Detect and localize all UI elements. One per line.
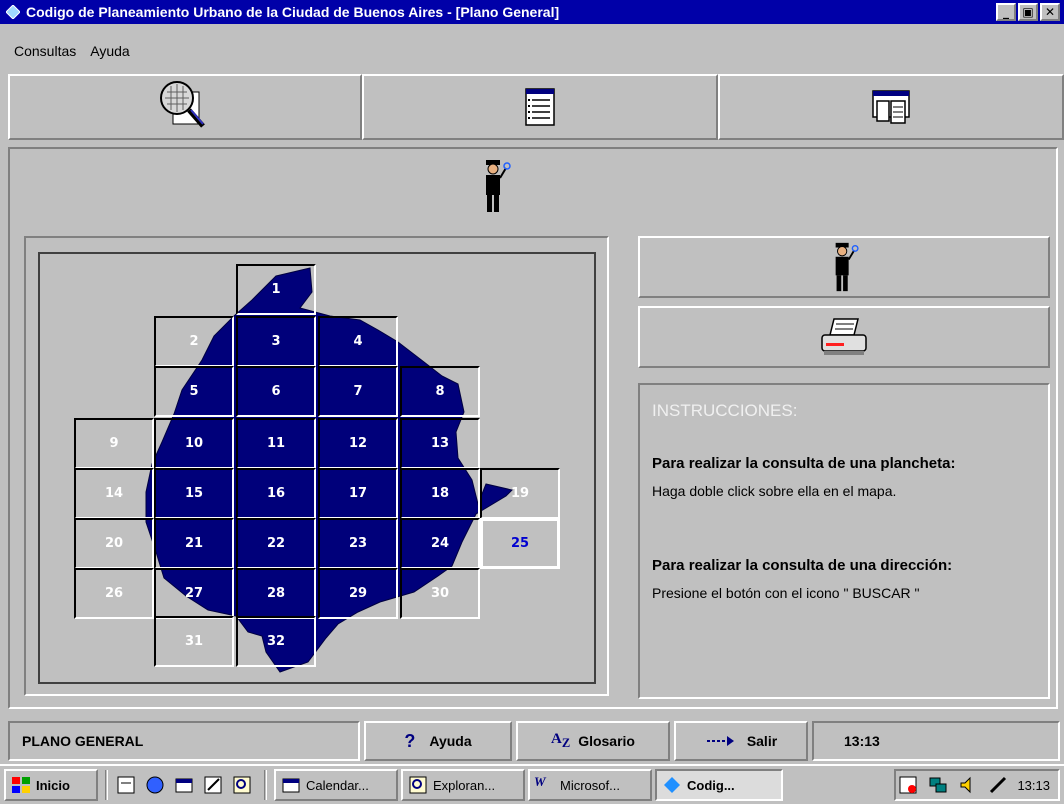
plancheta-cell-13[interactable]: 13 (400, 418, 480, 469)
help-button[interactable]: ? Ayuda (364, 721, 512, 761)
tray-schedule-icon[interactable] (897, 774, 919, 796)
plancheta-cell-21[interactable]: 21 (154, 518, 234, 569)
plancheta-cell-15[interactable]: 15 (154, 468, 234, 519)
quicklaunch-search-icon[interactable] (231, 774, 253, 796)
instructions-sec2-title: Para realizar la consulta de una direcci… (652, 557, 953, 574)
exit-button[interactable]: Salir (674, 721, 808, 761)
inspector-icon (486, 160, 511, 212)
plancheta-cell-5[interactable]: 5 (154, 366, 234, 417)
plancheta-cell-12[interactable]: 12 (318, 418, 398, 469)
task-calendar[interactable]: Calendar... (274, 769, 398, 801)
plancheta-cell-20[interactable]: 20 (74, 518, 154, 569)
plancheta-cell-14[interactable]: 14 (74, 468, 154, 519)
plancheta-cell-8[interactable]: 8 (400, 366, 480, 417)
app-diamond-icon (6, 5, 20, 19)
help-icon: ? (404, 730, 416, 751)
plancheta-cell-26[interactable]: 26 (74, 568, 154, 619)
status-bar: PLANO GENERAL ? Ayuda AZ Glosario Salir … (0, 719, 1064, 763)
plancheta-cell-7[interactable]: 7 (318, 366, 398, 417)
glossary-az-icon: AZ (551, 731, 571, 750)
plancheta-cell-3[interactable]: 3 (236, 316, 316, 367)
quicklaunch-calendar-icon[interactable] (173, 774, 195, 796)
tray-tool-icon[interactable] (987, 774, 1009, 796)
plancheta-cell-31[interactable]: 31 (154, 616, 234, 667)
taskbar-separator (264, 770, 267, 800)
zoom-map-icon (160, 81, 205, 128)
plancheta-cell-22[interactable]: 22 (236, 518, 316, 569)
restore-button[interactable]: ▣ (1018, 3, 1038, 21)
list-report-button[interactable] (362, 74, 718, 140)
zoom-map-button[interactable] (8, 74, 362, 140)
plancheta-cell-32[interactable]: 32 (236, 616, 316, 667)
instructions-sec2-text: Presione el botón con el icono " BUSCAR … (652, 585, 920, 601)
taskbar-clock: 13:13 (1017, 777, 1050, 793)
status-time: 13:13 (812, 721, 1060, 761)
plancheta-cell-23[interactable]: 23 (318, 518, 398, 569)
instructions-sec1-text: Haga doble click sobre ella en el mapa. (652, 483, 897, 499)
print-button[interactable] (638, 306, 1050, 368)
instructions-heading: INSTRUCCIONES: (652, 401, 798, 420)
quicklaunch-pen-icon[interactable] (202, 774, 224, 796)
minimize-button[interactable]: _ (996, 3, 1016, 21)
exit-arrow-icon (706, 736, 734, 746)
plancheta-cell-19[interactable]: 19 (480, 468, 560, 519)
taskbar: Inicio Calendar... Exploran... W Microso… (0, 764, 1064, 804)
calendar-icon (282, 778, 300, 793)
menu-consultas[interactable]: Consultas (0, 43, 83, 59)
search-address-button[interactable] (638, 236, 1050, 298)
map-area: 1 2 3 4 5 6 7 8 9 10 11 12 13 14 15 16 17 18 19 20 21 22 23 24 2… (38, 252, 596, 684)
plancheta-cell-9[interactable]: 9 (74, 418, 154, 469)
plancheta-cell-27[interactable]: 27 (154, 568, 234, 619)
title-bar: Codigo de Planeamiento Urbano de la Ciud… (0, 0, 1064, 24)
quicklaunch-explorer-icon[interactable] (144, 774, 166, 796)
plancheta-cell-2[interactable]: 2 (154, 316, 234, 367)
task-word[interactable]: W Microsof... (528, 769, 652, 801)
tray-network-icon[interactable] (927, 774, 949, 796)
plancheta-cell-11[interactable]: 11 (236, 418, 316, 469)
plancheta-cell-4[interactable]: 4 (318, 316, 398, 367)
app-diamond-icon (664, 777, 680, 793)
explorer-icon (409, 776, 427, 794)
window-title: Codigo de Planeamiento Urbano de la Ciud… (26, 4, 560, 20)
plancheta-cell-16[interactable]: 16 (236, 468, 316, 519)
plancheta-cell-17[interactable]: 17 (318, 468, 398, 519)
printer-icon (821, 318, 867, 355)
windows-icon (872, 90, 910, 124)
word-icon: W (534, 774, 546, 789)
menu-bar: Consultas Ayuda (0, 40, 1064, 62)
plancheta-cell-6[interactable]: 6 (236, 366, 316, 417)
task-explorer[interactable]: Exploran... (401, 769, 525, 801)
windows-button[interactable] (718, 74, 1064, 140)
instructions-panel: INSTRUCCIONES: Para realizar la consulta… (638, 383, 1050, 699)
buscar-icon (835, 242, 859, 292)
menu-ayuda[interactable]: Ayuda (83, 43, 136, 59)
glossary-button[interactable]: AZ Glosario (516, 721, 670, 761)
start-button[interactable]: Inicio (4, 769, 98, 801)
plancheta-cell-24[interactable]: 24 (400, 518, 480, 569)
status-view: PLANO GENERAL (8, 721, 360, 761)
quicklaunch-notes-icon[interactable] (115, 774, 137, 796)
close-button[interactable]: ✕ (1040, 3, 1060, 21)
taskbar-separator (105, 770, 108, 800)
plancheta-cell-18[interactable]: 18 (400, 468, 480, 519)
windows-logo-icon (12, 777, 30, 793)
plancheta-cell-1[interactable]: 1 (236, 264, 316, 315)
plancheta-cell-10[interactable]: 10 (154, 418, 234, 469)
plancheta-cell-30[interactable]: 30 (400, 568, 480, 619)
task-codigo[interactable]: Codig... (655, 769, 783, 801)
tray-volume-icon[interactable] (957, 774, 979, 796)
plancheta-cell-29[interactable]: 29 (318, 568, 398, 619)
list-report-icon (525, 88, 555, 126)
instructions-sec1-title: Para realizar la consulta de una planche… (652, 455, 956, 472)
plancheta-cell-25[interactable]: 25 (480, 518, 560, 569)
system-tray: 13:13 (894, 769, 1060, 801)
plancheta-cell-28[interactable]: 28 (236, 568, 316, 619)
